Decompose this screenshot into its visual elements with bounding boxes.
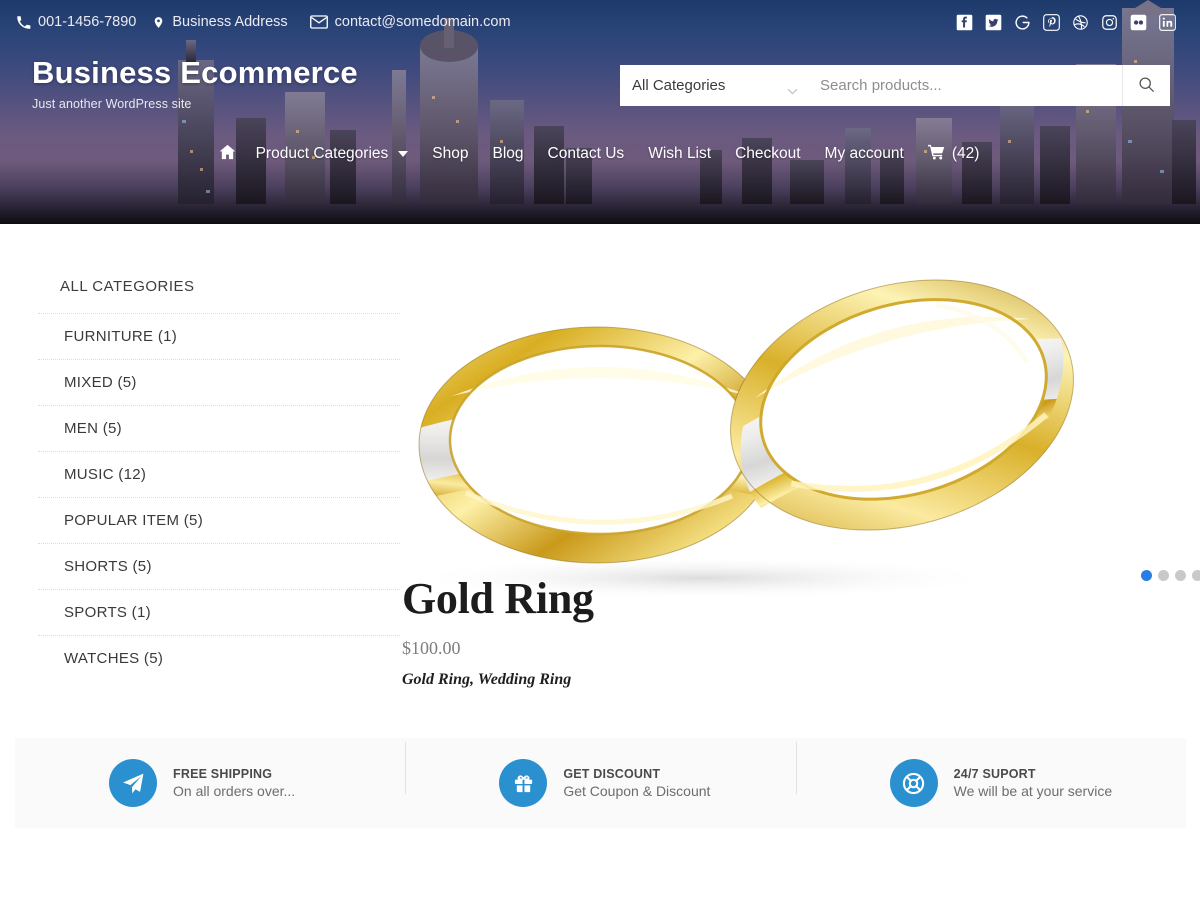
site-title[interactable]: Business Ecommerce [32,55,358,91]
sidebar-item-sports[interactable]: SPORTS (1) [38,589,400,635]
product-image[interactable] [402,278,1142,608]
sidebar-item-furniture[interactable]: FURNITURE (1) [38,313,400,359]
sidebar-item-popular-item[interactable]: POPULAR ITEM (5) [38,497,400,543]
linkedin-icon[interactable] [1159,13,1176,31]
category-label: MEN (5) [64,420,122,437]
email-text: contact@somedomain.com [334,14,511,30]
instagram-icon[interactable] [1101,14,1118,31]
feature-title: 24/7 SUPORT [953,767,1036,781]
envelope-icon [309,15,328,29]
category-list: FURNITURE (1) MIXED (5) MEN (5) MUSIC (1… [38,313,400,681]
gift-icon [499,759,548,807]
sidebar-item-mixed[interactable]: MIXED (5) [38,359,400,405]
facebook-icon[interactable] [956,14,973,31]
sidebar-heading: ALL CATEGORIES [60,278,195,295]
main-navigation: Product Categories Shop Blog Contact Us … [0,138,1200,171]
site-header: 001-1456-7890 Business Address contact@s… [0,0,1200,224]
phone-icon [16,15,31,30]
product-price: $100.00 [402,638,461,659]
sidebar-item-music[interactable]: MUSIC (12) [38,451,400,497]
nav-label: Shop [432,145,469,163]
nav-item-cart[interactable]: (42) [916,138,992,171]
feature-free-shipping[interactable]: FREE SHIPPING On all orders over... [15,759,405,807]
shopping-cart-icon [927,144,945,165]
search-icon [1138,76,1155,96]
flickr-icon[interactable] [1130,14,1147,31]
dribbble-icon[interactable] [1072,14,1089,31]
category-label: SPORTS (1) [64,604,151,621]
top-bar: 001-1456-7890 Business Address contact@s… [0,0,1200,44]
search-category-select[interactable]: All Categories [620,65,812,106]
nav-item-blog[interactable]: Blog [480,139,535,169]
slider-dot-2[interactable] [1158,570,1169,581]
chevron-down-icon [787,82,798,95]
twitter-icon[interactable] [985,14,1002,31]
cart-count: (42) [951,145,980,163]
feature-bar: FREE SHIPPING On all orders over... GET … [15,738,1186,828]
nav-label: Checkout [735,145,801,163]
category-label: MUSIC (12) [64,466,147,483]
product-slider: Gold Ring $100.00 Gold Ring, Wedding Rin… [400,278,1200,689]
phone-info[interactable]: 001-1456-7890 [16,14,136,30]
feature-subtitle: We will be at your service [953,783,1113,799]
address-text: Business Address [172,14,288,30]
google-icon[interactable] [1014,14,1031,31]
feature-support[interactable]: 24/7 SUPORT We will be at your service [795,742,1186,807]
lifebuoy-icon [889,759,938,807]
slider-dot-4[interactable] [1192,570,1200,581]
nav-item-home[interactable] [209,138,244,171]
product-search-bar: All Categories [620,65,1170,106]
nav-item-contact-us[interactable]: Contact Us [536,139,637,169]
product-title[interactable]: Gold Ring [402,575,1160,622]
nav-item-my-account[interactable]: My account [813,139,916,169]
search-button[interactable] [1122,65,1170,106]
pinterest-icon[interactable] [1043,13,1060,31]
category-label: POPULAR ITEM (5) [64,512,203,529]
slider-pagination-dots [1141,570,1200,581]
category-label: FURNITURE (1) [64,328,178,345]
nav-item-checkout[interactable]: Checkout [723,139,812,169]
sidebar-item-shorts[interactable]: SHORTS (5) [38,543,400,589]
email-info[interactable]: contact@somedomain.com [309,14,511,30]
search-input[interactable] [812,65,1122,106]
social-links [956,13,1186,31]
slider-dot-3[interactable] [1175,570,1186,581]
feature-get-discount[interactable]: GET DISCOUNT Get Coupon & Discount [405,742,795,807]
feature-title: FREE SHIPPING [173,767,273,781]
paper-plane-icon [109,759,157,807]
nav-label: Product Categories [255,145,389,163]
phone-number: 001-1456-7890 [38,14,137,30]
nav-label: Blog [492,145,524,163]
category-sidebar: ALL CATEGORIES FURNITURE (1) MIXED (5) M… [0,278,400,689]
sidebar-item-men[interactable]: MEN (5) [38,405,400,451]
nav-item-product-categories[interactable]: Product Categories [244,139,421,169]
nav-item-wish-list[interactable]: Wish List [636,139,723,169]
slider-dot-1[interactable] [1141,570,1152,581]
nav-item-shop[interactable]: Shop [420,139,480,169]
feature-subtitle: Get Coupon & Discount [563,783,711,799]
site-tagline: Just another WordPress site [32,96,192,111]
nav-label: Wish List [648,145,712,163]
search-category-value: All Categories [632,77,726,94]
caret-down-icon [398,151,409,158]
category-label: SHORTS (5) [64,558,152,575]
category-label: WATCHES (5) [64,650,164,667]
location-pin-icon [152,15,165,30]
main-content: ALL CATEGORIES FURNITURE (1) MIXED (5) M… [0,224,1200,689]
nav-label: Contact Us [547,145,625,163]
address-info[interactable]: Business Address [152,14,288,30]
feature-title: GET DISCOUNT [563,767,661,781]
nav-label: My account [824,145,904,163]
category-label: MIXED (5) [64,374,137,391]
product-categories[interactable]: Gold Ring, Wedding Ring [402,671,1160,689]
sidebar-item-watches[interactable]: WATCHES (5) [38,635,400,681]
home-icon [219,144,236,165]
feature-subtitle: On all orders over... [173,783,296,799]
